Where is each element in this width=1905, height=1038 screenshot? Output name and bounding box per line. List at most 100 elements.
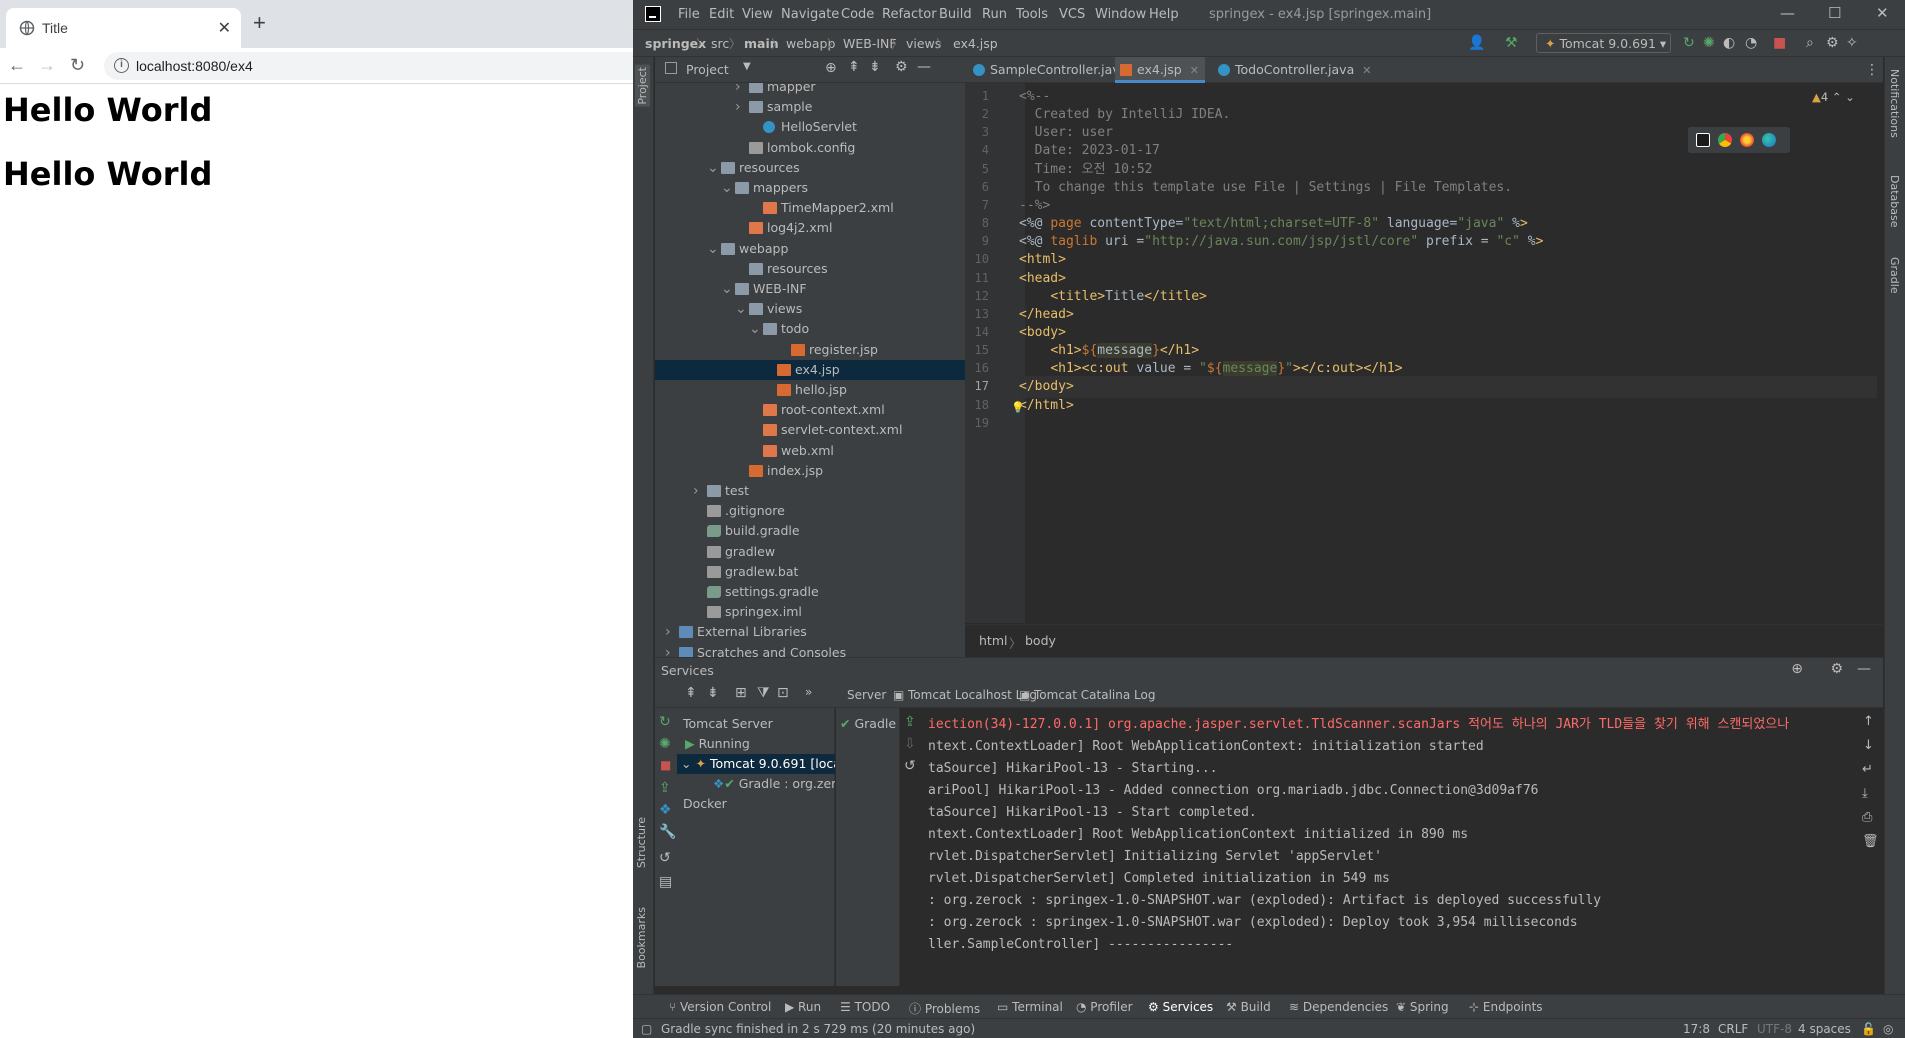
menu-window[interactable]: Window	[1095, 7, 1146, 22]
project-tree-item[interactable]: hello.jsp	[655, 380, 965, 400]
site-info-icon[interactable]: i	[114, 58, 129, 73]
locate-target-icon[interactable]: ⊕	[1791, 661, 1803, 677]
add-service-icon[interactable]: ⊡	[777, 685, 789, 701]
close-window-icon[interactable]: ✕	[1876, 4, 1889, 22]
code-line[interactable]: </html>	[1019, 395, 1074, 417]
menu-edit[interactable]: Edit	[709, 7, 734, 22]
project-tree-item[interactable]: ⌄ views	[655, 299, 965, 319]
project-tree-item[interactable]: ⌄ WEB-INF	[655, 279, 965, 299]
editor-tab-ex4[interactable]: ex4.jsp ✕	[1115, 57, 1205, 83]
project-tree-item[interactable]: TimeMapper2.xml	[655, 198, 965, 218]
deployment-item[interactable]: ✔ Gradle : or	[836, 714, 900, 734]
menu-navigate[interactable]: Navigate	[781, 7, 839, 22]
chevron-down-icon[interactable]: ⌄	[707, 239, 719, 259]
panel-toggle-icon[interactable]: ▢	[641, 1022, 652, 1036]
chevron-down-icon[interactable]: ▼	[743, 61, 751, 72]
edge-icon[interactable]	[1762, 133, 1776, 147]
menu-run[interactable]: Run	[982, 7, 1007, 22]
trash-icon[interactable]: 🗑	[1862, 834, 1879, 849]
project-tree-item[interactable]: .gitignore	[655, 501, 965, 521]
close-tab-icon[interactable]: ✕	[1190, 64, 1199, 77]
service-node-tomcat-server[interactable]: Tomcat Server	[677, 714, 835, 734]
chevron-down-icon[interactable]: ⌄	[749, 319, 761, 339]
project-tree-item[interactable]: ⌄ mappers	[655, 178, 965, 198]
project-tree-item[interactable]: root-context.xml	[655, 400, 965, 420]
wrench-icon[interactable]: 🔧	[659, 824, 676, 840]
project-tree-item[interactable]: › External Libraries	[655, 622, 965, 642]
tab-server[interactable]: Server	[847, 688, 886, 702]
project-tree-item[interactable]: › mapper	[655, 83, 965, 97]
caret-position[interactable]: 17:8	[1683, 1022, 1710, 1036]
structure-tool-label[interactable]: Structure	[635, 817, 648, 868]
tool-todo[interactable]: ☰ TODO	[840, 1000, 890, 1014]
tool-profiler[interactable]: ◔ Profiler	[1076, 1000, 1133, 1014]
forward-arrow-icon[interactable]: →	[38, 56, 56, 74]
project-tree-item[interactable]: register.jsp	[655, 340, 965, 360]
editor-tab-todocontroller[interactable]: TodoController.java ✕	[1213, 57, 1371, 83]
tab-localhost-log[interactable]: Tomcat Localhost Log	[908, 688, 1037, 702]
run-configuration-select[interactable]: ✦ Tomcat 9.0.691 ▾	[1536, 33, 1671, 53]
maximize-icon[interactable]: ☐	[1828, 4, 1841, 22]
tab-catalina-log[interactable]: Tomcat Catalina Log	[1034, 688, 1155, 702]
new-tab-button[interactable]: +	[253, 12, 266, 34]
project-tree-item[interactable]: resources	[655, 259, 965, 279]
rerun-icon[interactable]: ↻	[1683, 35, 1695, 51]
chevron-right-icon[interactable]: ›	[735, 83, 741, 97]
chevron-right-icon[interactable]: ›	[693, 481, 699, 501]
collapse-all-icon[interactable]: ⇟	[707, 685, 719, 701]
stop-icon[interactable]: ■	[1773, 35, 1786, 51]
more-tabs-icon[interactable]: ⋮	[1865, 62, 1879, 78]
gradle-tool-label[interactable]: Gradle	[1888, 257, 1901, 294]
back-arrow-icon[interactable]: ←	[8, 56, 26, 74]
menu-refactor[interactable]: Refactor	[882, 7, 937, 22]
reload-icon[interactable]: ↻	[70, 56, 85, 74]
refresh-icon[interactable]: ↺	[659, 850, 671, 866]
debug-icon[interactable]: ✺	[659, 736, 671, 752]
project-tree-item[interactable]: ⌄ webapp	[655, 239, 965, 259]
build-hammer-icon[interactable]: ⚒	[1505, 35, 1518, 51]
tool-run[interactable]: ▶ Run	[785, 1000, 821, 1014]
inspection-widget[interactable]: ▲4 ⌃ ⌄	[1812, 90, 1855, 104]
profile-icon[interactable]: ◔	[1745, 35, 1757, 51]
menu-vcs[interactable]: VCS	[1059, 7, 1085, 22]
minimize-icon[interactable]: —	[1780, 4, 1795, 22]
console-output[interactable]: iection(34)-127.0.0.1] org.apache.jasper…	[922, 708, 1883, 986]
breadcrumb-file[interactable]: ex4.jsp	[953, 36, 998, 51]
code-line[interactable]: To change this template use File | Setti…	[1019, 177, 1512, 199]
scroll-up-icon[interactable]: ↑	[1863, 714, 1874, 729]
project-tool-label[interactable]: Project	[635, 65, 650, 107]
tool-version-control[interactable]: ⑂ Version Control	[669, 1000, 771, 1014]
file-encoding[interactable]: UTF-8	[1757, 1022, 1792, 1036]
group-icon[interactable]: ⊞	[735, 685, 747, 701]
refresh-icon[interactable]: ↺	[904, 758, 916, 774]
chevron-down-icon[interactable]: ⌄	[721, 178, 733, 198]
intellij-browser-icon[interactable]	[1696, 133, 1710, 147]
service-node-running[interactable]: ▶ Running	[677, 734, 835, 754]
project-tree-item[interactable]: ⌄ todo	[655, 319, 965, 339]
editor-crumb-body[interactable]: body	[1025, 633, 1056, 648]
firefox-icon[interactable]	[1740, 133, 1754, 147]
expand-all-icon[interactable]: ⇞	[848, 59, 860, 75]
code-area[interactable]: <%-- Created by IntelliJ IDEA. User: use…	[1019, 83, 1883, 603]
status-message[interactable]: Gradle sync finished in 2 s 729 ms (20 m…	[661, 1022, 975, 1036]
ide-features-icon[interactable]: ✧	[1846, 35, 1858, 51]
project-tree-item[interactable]: index.jsp	[655, 461, 965, 481]
project-tree-item[interactable]: springex.iml	[655, 602, 965, 622]
print-icon[interactable]: ⎙	[1862, 810, 1872, 825]
project-tree-item[interactable]: gradlew.bat	[655, 562, 965, 582]
menu-build[interactable]: Build	[939, 7, 972, 22]
rerun-icon[interactable]: ↻	[659, 714, 671, 730]
project-tree-item[interactable]: build.gradle	[655, 521, 965, 541]
search-icon[interactable]: ⌕	[1806, 35, 1814, 51]
chevron-right-icon[interactable]: ›	[735, 97, 741, 117]
notifications-tool-label[interactable]: Notifications	[1888, 69, 1901, 138]
deploy-icon[interactable]: ⇪	[659, 780, 671, 796]
project-tree-item[interactable]: gradlew	[655, 542, 965, 562]
code-line[interactable]: <%@ taglib uri ="http://java.sun.com/jsp…	[1019, 231, 1543, 253]
url-text[interactable]: localhost:8080/ex4	[136, 58, 253, 74]
indent-setting[interactable]: 4 spaces	[1798, 1022, 1851, 1036]
scroll-down-icon[interactable]: ↓	[1863, 738, 1874, 753]
breadcrumb-src[interactable]: src	[711, 36, 729, 51]
chevron-right-icon[interactable]: ›	[665, 622, 671, 642]
menu-code[interactable]: Code	[841, 7, 874, 22]
